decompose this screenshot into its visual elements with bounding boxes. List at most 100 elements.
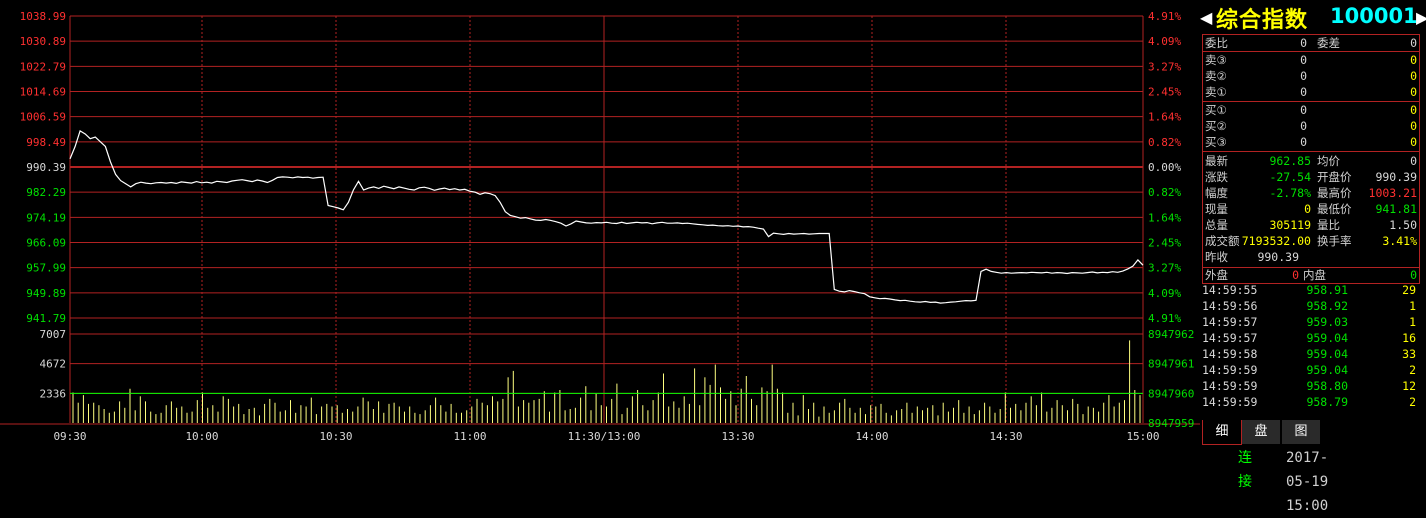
buy-level-volume: 0 — [1410, 103, 1417, 117]
change-value: -27.54 — [1269, 170, 1311, 184]
sell-level-row[interactable]: 卖② 0 0 — [1203, 68, 1419, 84]
weibi-label: 委比 — [1205, 36, 1228, 50]
time-tick-label: 11:00 — [453, 430, 486, 443]
tick-volume: 1 — [1409, 315, 1416, 329]
connection-status[interactable]: 连接 — [1238, 446, 1252, 494]
sell-level-row[interactable]: 卖③ 0 0 — [1203, 52, 1419, 68]
price-tick-label: 1022.79 — [20, 60, 66, 73]
tick-volume: 12 — [1402, 379, 1416, 393]
buy-level-row[interactable]: 买③ 0 0 — [1203, 134, 1419, 150]
price-tick-label: 974.19 — [26, 211, 66, 224]
chart-grid — [0, 15, 1200, 425]
weicha-label: 委差 — [1317, 36, 1340, 50]
price-tick-label: 1038.99 — [20, 10, 66, 23]
buy-level-label: 买③ — [1205, 135, 1227, 149]
total-vol-value: 305119 — [1269, 218, 1311, 232]
price-tick-label: 990.39 — [26, 161, 66, 174]
tick-row: 14:59:58 959.04 33 — [1202, 346, 1418, 362]
tick-price: 958.91 — [1306, 283, 1348, 297]
open-label: 开盘价 — [1317, 170, 1352, 184]
time-tick-label: 10:00 — [185, 430, 218, 443]
turnover-rate-value: 3.41% — [1382, 234, 1417, 248]
tick-row: 14:59:55 958.91 29 — [1202, 282, 1418, 298]
tick-price: 959.04 — [1306, 363, 1348, 377]
high-value: 1003.21 — [1368, 186, 1417, 200]
total-vol-label: 总量 — [1205, 218, 1228, 232]
prev-close-value: 990.39 — [1257, 250, 1299, 264]
index-name: 综合指数 — [1216, 8, 1309, 33]
next-stock-icon[interactable]: ▶ — [1416, 8, 1426, 27]
sell-level-label: 卖③ — [1205, 53, 1227, 67]
latest-label: 最新 — [1205, 154, 1228, 168]
tick-price: 959.04 — [1306, 331, 1348, 345]
buy-box: 买① 0 0 买② 0 0 买③ 0 0 — [1202, 101, 1420, 152]
buy-level-row[interactable]: 买① 0 0 — [1203, 102, 1419, 118]
weibi-box: 委比 0 委差 0 — [1202, 34, 1420, 52]
sell-level-row[interactable]: 卖① 0 0 — [1203, 84, 1419, 100]
time-tick-label: 14:30 — [989, 430, 1022, 443]
cur-vol-label: 现量 — [1205, 202, 1228, 216]
avg-label: 均价 — [1317, 154, 1340, 168]
price-tick-label: 949.89 — [26, 287, 66, 300]
tick-price: 958.79 — [1306, 395, 1348, 409]
tick-time: 14:59:59 — [1202, 395, 1258, 409]
time-tick-label: 13:30 — [721, 430, 754, 443]
tick-time: 14:59:57 — [1202, 331, 1258, 345]
time-tick-label: 11:30/13:00 — [568, 430, 641, 443]
price-tick-label: 941.79 — [26, 312, 66, 325]
tab-1[interactable]: 盘 — [1242, 420, 1280, 444]
prev-stock-icon[interactable]: ◀ — [1200, 8, 1212, 27]
low-value: 941.81 — [1375, 202, 1417, 216]
buy-level-price: 0 — [1300, 103, 1307, 117]
inner-value: 0 — [1410, 268, 1417, 282]
price-tick-label: 1006.59 — [20, 111, 66, 124]
sell-level-volume: 0 — [1410, 53, 1417, 67]
tab-2[interactable]: 图 — [1282, 420, 1320, 444]
tick-time: 14:59:58 — [1202, 347, 1258, 361]
sell-level-price: 0 — [1300, 85, 1307, 99]
price-tick-label: 982.29 — [26, 186, 66, 199]
tick-volume: 2 — [1409, 395, 1416, 409]
pct-tick-label: 4.91% — [1148, 10, 1181, 23]
tick-time: 14:59:56 — [1202, 299, 1258, 313]
tick-volume: 1 — [1409, 299, 1416, 313]
volume-tick-label: 4672 — [40, 358, 67, 371]
intraday-chart[interactable]: 1038.99 1030.89 1022.79 1014.69 1006.59 998.4… — [0, 0, 1200, 446]
tick-row: 14:59:57 959.03 1 — [1202, 314, 1418, 330]
sell-level-label: 卖② — [1205, 69, 1227, 83]
tick-price: 959.03 — [1306, 315, 1348, 329]
quote-panel: ◀ 综合指数 100001 ▶ 委比 0 委差 0 卖③ 0 0 卖② 0 0 卖① 0 0 买… — [1200, 0, 1426, 470]
price-tick-label: 1030.89 — [20, 35, 66, 48]
sell-box: 卖③ 0 0 卖② 0 0 卖① 0 0 — [1202, 51, 1420, 102]
tick-volume: 2 — [1409, 363, 1416, 377]
weibi-value: 0 — [1300, 36, 1307, 50]
volume-right-tick-label: 8947961 — [1148, 358, 1194, 371]
vol-ratio-label: 量比 — [1317, 218, 1340, 232]
tick-price: 959.04 — [1306, 347, 1348, 361]
tick-time: 14:59:57 — [1202, 315, 1258, 329]
vol-ratio-value: 1.50 — [1389, 218, 1417, 232]
time-tick-label: 14:00 — [855, 430, 888, 443]
pct-tick-label: 0.82% — [1148, 186, 1181, 199]
time-tick-label: 10:30 — [319, 430, 352, 443]
price-tick-label: 998.49 — [26, 136, 66, 149]
pct-value: -2.78% — [1269, 186, 1311, 200]
buy-level-volume: 0 — [1410, 119, 1417, 133]
tick-time: 14:59:55 — [1202, 283, 1258, 297]
buy-level-label: 买① — [1205, 103, 1227, 117]
tick-list[interactable]: 14:59:55 958.91 29 14:59:56 958.92 1 14:59:57 9… — [1202, 282, 1418, 414]
low-label: 最低价 — [1317, 202, 1352, 216]
buy-level-row[interactable]: 买② 0 0 — [1203, 118, 1419, 134]
pct-tick-label: 4.09% — [1148, 35, 1181, 48]
high-label: 最高价 — [1317, 186, 1352, 200]
pct-tick-label: 2.45% — [1148, 86, 1181, 99]
tab-0[interactable]: 细 — [1202, 420, 1242, 445]
sell-level-volume: 0 — [1410, 85, 1417, 99]
turnover-rate-label: 换手率 — [1317, 234, 1352, 248]
index-code: 100001 — [1330, 4, 1418, 28]
tick-row: 14:59:59 959.04 2 — [1202, 362, 1418, 378]
volume-right-tick-label: 8947959 — [1148, 417, 1194, 430]
sell-level-price: 0 — [1300, 69, 1307, 83]
tick-time: 14:59:59 — [1202, 363, 1258, 377]
volume-right-tick-label: 8947962 — [1148, 328, 1194, 341]
